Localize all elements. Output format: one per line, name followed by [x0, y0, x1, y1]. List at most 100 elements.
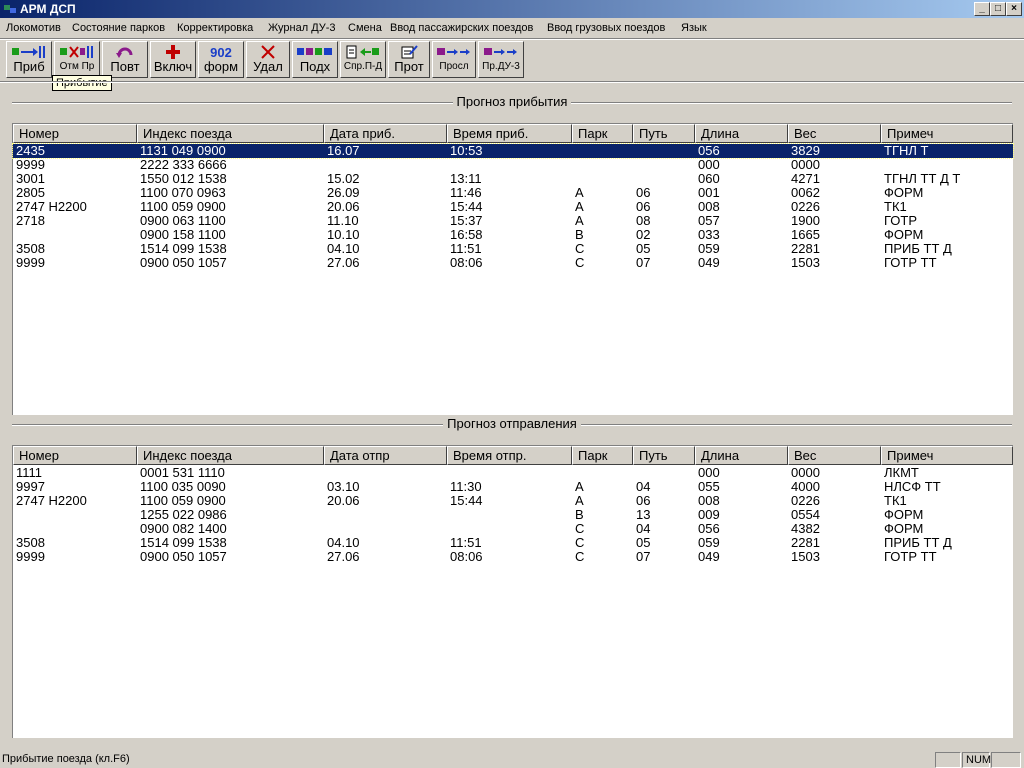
- table-row[interactable]: 1255 022 0986 В 13 009 0554 ФОРМ: [13, 508, 1013, 522]
- title-bar: АРМ ДСП _ □ ×: [0, 0, 1024, 18]
- cell-length: 000: [698, 157, 720, 172]
- arrival-button[interactable]: Приб: [6, 41, 52, 78]
- cell-date: 11.10: [327, 213, 359, 228]
- cell-time: 13:11: [450, 171, 482, 186]
- column-header-number[interactable]: Номер: [13, 446, 137, 465]
- cell-weight: 1503: [791, 549, 820, 564]
- du3-button[interactable]: Пр.ДУ-3: [478, 41, 524, 78]
- menu-park-status[interactable]: Состояние парков: [72, 22, 165, 34]
- menu-freight-trains[interactable]: Ввод грузовых поездов: [547, 22, 665, 34]
- cell-length: 009: [698, 507, 720, 522]
- cell-note: ПРИБ ТТ Д: [884, 535, 952, 550]
- menu-locomotive[interactable]: Локомотив: [6, 22, 61, 34]
- protocol-button[interactable]: Прот: [388, 41, 430, 78]
- table-row[interactable]: 2747 Н2200 1100 059 0900 20.06 15:44 А 06 008 0…: [13, 200, 1013, 214]
- reference-button[interactable]: Спр.П-Д: [340, 41, 386, 78]
- menu-shift[interactable]: Смена: [348, 22, 382, 34]
- cell-length: 001: [698, 185, 720, 200]
- table-row[interactable]: 1111 0001 531 1110 000 0000 ЛКМТ: [13, 466, 1013, 480]
- cell-date: 10.10: [327, 227, 360, 242]
- column-header-note[interactable]: Примеч: [881, 124, 1013, 143]
- column-header-train-index[interactable]: Индекс поезда: [137, 124, 324, 143]
- cell-length: 056: [698, 143, 720, 158]
- column-header-length[interactable]: Длина: [695, 446, 788, 465]
- table-row[interactable]: 0900 082 1400 С 04 056 4382 ФОРМ: [13, 522, 1013, 536]
- column-header-weight[interactable]: Вес: [788, 446, 881, 465]
- cell-note: ФОРМ: [884, 507, 924, 522]
- column-header-train-index[interactable]: Индекс поезда: [137, 446, 324, 465]
- menu-language[interactable]: Язык: [681, 22, 707, 34]
- column-header-park[interactable]: Парк: [572, 124, 633, 143]
- cell-weight: 1503: [791, 255, 820, 270]
- cell-track: 07: [636, 549, 651, 564]
- cell-length: 059: [698, 535, 720, 550]
- column-header-number[interactable]: Номер: [13, 124, 137, 143]
- column-header-park[interactable]: Парк: [572, 446, 633, 465]
- status-pane-scroll: [991, 752, 1021, 768]
- column-header-track[interactable]: Путь: [633, 124, 695, 143]
- cell-weight: 1900: [791, 213, 820, 228]
- column-header-track[interactable]: Путь: [633, 446, 695, 465]
- status-bar: Прибытие поезда (кл.F6) NUM: [0, 750, 1024, 768]
- cell-length: 000: [698, 465, 720, 480]
- cell-park: С: [575, 535, 585, 550]
- track-train-icon: [437, 48, 470, 55]
- cell-length: 055: [698, 479, 720, 494]
- table-row[interactable]: 2747 Н2200 1100 059 0900 20.06 15:44 А 06 008 0…: [13, 494, 1013, 508]
- arrival-train-icon: [12, 46, 45, 58]
- cell-date: 16.07: [327, 143, 360, 158]
- cell-park: В: [575, 227, 584, 242]
- column-header-length[interactable]: Длина: [695, 124, 788, 143]
- maximize-button[interactable]: □: [990, 2, 1006, 16]
- formation-button[interactable]: 902 форм: [198, 41, 244, 78]
- cancel-arrival-button[interactable]: Отм Пр: [54, 41, 100, 78]
- status-pane-num: NUM: [962, 752, 991, 768]
- table-row[interactable]: 9997 1100 035 0090 03.10 11:30 А 04 055 4000 НЛС…: [13, 480, 1013, 494]
- menu-passenger-trains[interactable]: Ввод пассажирских поездов: [390, 22, 533, 34]
- table-row[interactable]: 3001 1550 012 1538 15.02 13:11 060 4271 ТГНЛ Т…: [13, 172, 1013, 186]
- status-pane-caps: [935, 752, 961, 768]
- track-button[interactable]: Просл: [432, 41, 476, 78]
- cell-track: 04: [636, 479, 651, 494]
- cell-weight: 4000: [791, 479, 820, 494]
- approach-button[interactable]: Подх: [292, 41, 338, 78]
- cell-park: С: [575, 521, 585, 536]
- column-header-date[interactable]: Дата отпр: [324, 446, 447, 465]
- minimize-button[interactable]: _: [974, 2, 990, 16]
- menu-separator: [0, 38, 1024, 40]
- cell-time: 15:44: [450, 493, 483, 508]
- table-row[interactable]: 0900 158 1100 10.10 16:58 В 02 033 1665 ФОРМ: [13, 228, 1013, 242]
- cell-time: 11:30: [450, 479, 482, 494]
- table-row[interactable]: 3508 1514 099 1538 04.10 11:51 С 05 059 2281 ПРИ…: [13, 536, 1013, 550]
- delete-button[interactable]: Удал: [246, 41, 290, 78]
- table-row[interactable]: 2435 1131 049 0900 16.07 10:53 056 3829 ТГНЛ Т: [12, 143, 1014, 159]
- column-header-note[interactable]: Примеч: [881, 446, 1013, 465]
- table-row[interactable]: 3508 1514 099 1538 04.10 11:51 С 05 059 2281 ПРИ…: [13, 242, 1013, 256]
- cell-length: 033: [698, 227, 720, 242]
- cancel-arrival-icon: [60, 46, 93, 58]
- cell-weight: 0000: [791, 465, 820, 480]
- column-header-time[interactable]: Время отпр.: [447, 446, 572, 465]
- cell-weight: 4382: [791, 521, 820, 536]
- cell-note: ПРИБ ТТ Д: [884, 241, 952, 256]
- cell-length: 008: [698, 199, 720, 214]
- menu-du3-journal[interactable]: Журнал ДУ-3: [268, 22, 336, 34]
- table-row[interactable]: 9999 0900 050 1057 27.06 08:06 С 07 049 1503 ГОТ…: [13, 550, 1013, 564]
- table-row[interactable]: 2718 0900 063 1100 11.10 15:37 А 08 057 1900 ГОТ…: [13, 214, 1013, 228]
- repeat-button[interactable]: Повт: [102, 41, 148, 78]
- cell-note: НЛСФ ТТ: [884, 479, 941, 494]
- include-button[interactable]: Включ: [150, 41, 196, 78]
- table-row[interactable]: 9999 2222 333 6666 000 0000: [13, 158, 1013, 172]
- cell-time: 16:58: [450, 227, 483, 242]
- close-button[interactable]: ×: [1006, 2, 1022, 16]
- cell-note: ФОРМ: [884, 521, 924, 536]
- cell-length: 008: [698, 493, 720, 508]
- table-row[interactable]: 2805 1100 070 0963 26.09 11:46 А 06 001 0062 ФОР…: [13, 186, 1013, 200]
- column-header-weight[interactable]: Вес: [788, 124, 881, 143]
- column-header-date[interactable]: Дата приб.: [324, 124, 447, 143]
- cell-park: А: [575, 493, 584, 508]
- menu-correction[interactable]: Корректировка: [177, 22, 253, 34]
- column-header-time[interactable]: Время приб.: [447, 124, 572, 143]
- table-row[interactable]: 9999 0900 050 1057 27.06 08:06 С 07 049 1503 ГОТ…: [13, 256, 1013, 270]
- cell-number: 2747 Н2200: [16, 493, 87, 508]
